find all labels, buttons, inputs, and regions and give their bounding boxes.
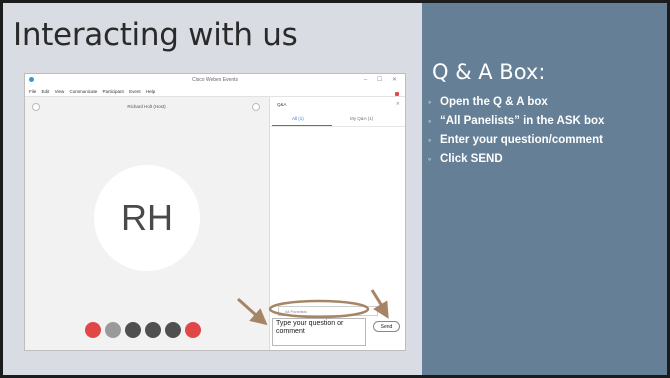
list-item: ◦ “All Panelists” in the ASK box bbox=[428, 112, 604, 131]
bullet-icon: ◦ bbox=[428, 116, 432, 126]
list-item: ◦ Open the Q & A box bbox=[428, 93, 604, 112]
arrow-to-question-box bbox=[236, 297, 268, 326]
bullet-icon: ◦ bbox=[428, 154, 432, 164]
instructions-panel: Q & A Box: ◦ Open the Q & A box ◦ “All Pan… bbox=[422, 3, 667, 375]
instructions-heading: Q & A Box: bbox=[432, 60, 546, 84]
bullet-icon: ◦ bbox=[428, 135, 432, 145]
arrow-to-send-button bbox=[370, 289, 389, 319]
list-item: ◦ Enter your question/comment bbox=[428, 131, 604, 150]
bullet-icon: ◦ bbox=[428, 97, 432, 107]
list-item: ◦ Click SEND bbox=[428, 150, 604, 169]
ask-field-highlight bbox=[268, 299, 370, 319]
slide: Interacting with us Cisco Webex Events –… bbox=[3, 3, 667, 375]
instructions-list: ◦ Open the Q & A box ◦ “All Panelists” in … bbox=[428, 93, 604, 169]
